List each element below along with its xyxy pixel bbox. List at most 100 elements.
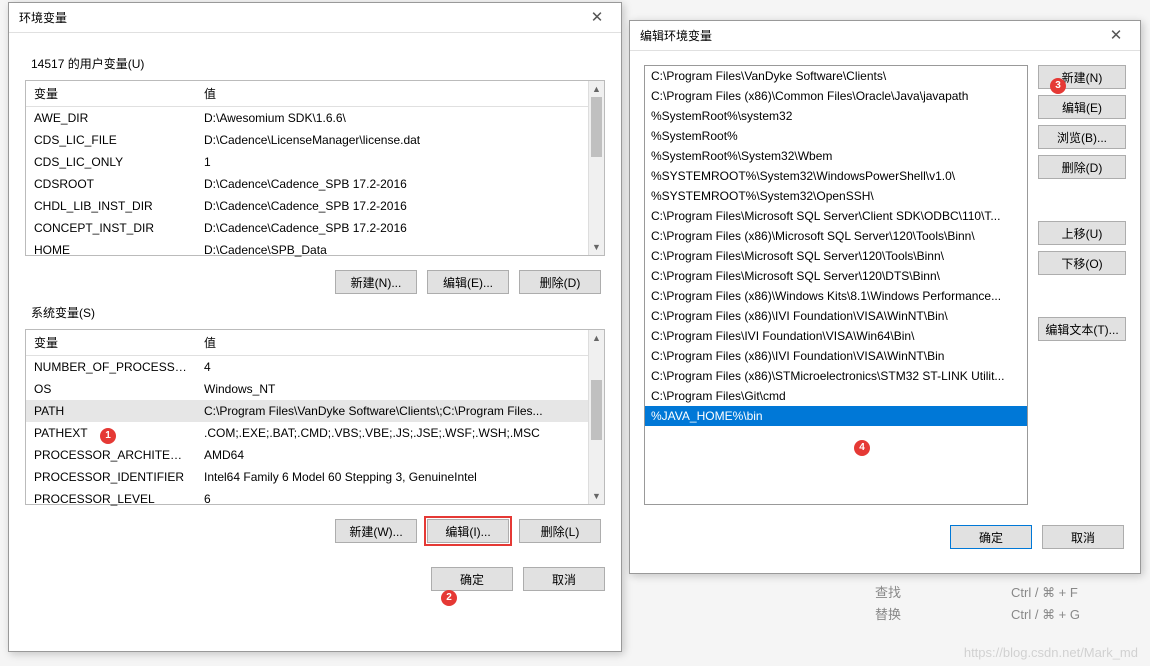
var-value: D:\Cadence\LicenseManager\license.dat: [196, 129, 604, 151]
close-icon[interactable]: ✕: [1098, 22, 1134, 50]
bg-replace-label: 替换: [875, 604, 901, 626]
sys-btn-row: 新建(W)... 编辑(I)... 删除(L): [25, 519, 601, 543]
scroll-up-icon[interactable]: ▲: [589, 81, 604, 97]
list-item[interactable]: C:\Program Files (x86)\STMicroelectronic…: [645, 366, 1027, 386]
col-variable[interactable]: 变量: [26, 81, 196, 106]
sys-vars-table[interactable]: 变量 值 NUMBER_OF_PROCESSORS4OSWindows_NTPA…: [25, 329, 605, 505]
var-name: PROCESSOR_IDENTIFIER: [26, 466, 196, 488]
env-cancel-button[interactable]: 取消: [523, 567, 605, 591]
marker-2: 2: [441, 590, 457, 606]
col-value[interactable]: 值: [196, 330, 604, 355]
new-user-var-button[interactable]: 新建(N)...: [335, 270, 417, 294]
var-name: PROCESSOR_LEVEL: [26, 488, 196, 510]
move-up-button[interactable]: 上移(U): [1038, 221, 1126, 245]
list-item[interactable]: C:\Program Files\Git\cmd: [645, 386, 1027, 406]
table-row[interactable]: PROCESSOR_ARCHITECT...AMD64: [26, 444, 604, 466]
user-table-body[interactable]: AWE_DIRD:\Awesomium SDK\1.6.6\CDS_LIC_FI…: [26, 107, 604, 261]
list-item[interactable]: %JAVA_HOME%\bin: [645, 406, 1027, 426]
table-row[interactable]: PROCESSOR_IDENTIFIERIntel64 Family 6 Mod…: [26, 466, 604, 488]
bg-find-key: Ctrl / ⌘ + F: [1011, 582, 1078, 604]
var-name: NUMBER_OF_PROCESSORS: [26, 356, 196, 378]
edit-bottom-row: 确定 取消: [630, 519, 1140, 561]
list-item[interactable]: C:\Program Files\Microsoft SQL Server\Cl…: [645, 206, 1027, 226]
marker-4: 4: [854, 440, 870, 456]
table-row[interactable]: NUMBER_OF_PROCESSORS4: [26, 356, 604, 378]
env-dialog-titlebar: 环境变量 ✕: [9, 3, 621, 33]
delete-path-button[interactable]: 删除(D): [1038, 155, 1126, 179]
var-value: .COM;.EXE;.BAT;.CMD;.VBS;.VBE;.JS;.JSE;.…: [196, 422, 604, 444]
marker-1: 1: [100, 428, 116, 444]
table-row[interactable]: CDSROOTD:\Cadence\Cadence_SPB 17.2-2016: [26, 173, 604, 195]
env-dialog-body: 14517 的用户变量(U) 变量 值 AWE_DIRD:\Awesomium …: [9, 33, 621, 561]
table-row[interactable]: CDS_LIC_ONLY1: [26, 151, 604, 173]
scroll-thumb[interactable]: [591, 97, 602, 157]
user-btn-row: 新建(N)... 编辑(E)... 删除(D): [25, 270, 601, 294]
list-item[interactable]: C:\Program Files\VanDyke Software\Client…: [645, 66, 1027, 86]
env-ok-button[interactable]: 确定: [431, 567, 513, 591]
table-row[interactable]: CONCEPT_INST_DIRD:\Cadence\Cadence_SPB 1…: [26, 217, 604, 239]
move-down-button[interactable]: 下移(O): [1038, 251, 1126, 275]
close-icon[interactable]: ✕: [579, 4, 615, 32]
table-row[interactable]: OSWindows_NT: [26, 378, 604, 400]
var-value: Intel64 Family 6 Model 60 Stepping 3, Ge…: [196, 466, 604, 488]
list-item[interactable]: %SystemRoot%\system32: [645, 106, 1027, 126]
scroll-down-icon[interactable]: ▼: [589, 239, 604, 255]
var-name: CDS_LIC_ONLY: [26, 151, 196, 173]
delete-sys-var-button[interactable]: 删除(L): [519, 519, 601, 543]
table-row[interactable]: PATHC:\Program Files\VanDyke Software\Cl…: [26, 400, 604, 422]
table-row[interactable]: PROCESSOR_LEVEL6: [26, 488, 604, 510]
list-item[interactable]: C:\Program Files\IVI Foundation\VISA\Win…: [645, 326, 1027, 346]
browse-path-button[interactable]: 浏览(B)...: [1038, 125, 1126, 149]
scroll-up-icon[interactable]: ▲: [589, 330, 604, 346]
edit-cancel-button[interactable]: 取消: [1042, 525, 1124, 549]
var-value: AMD64: [196, 444, 604, 466]
user-vars-table[interactable]: 变量 值 AWE_DIRD:\Awesomium SDK\1.6.6\CDS_L…: [25, 80, 605, 256]
list-item[interactable]: %SYSTEMROOT%\System32\OpenSSH\: [645, 186, 1027, 206]
scrollbar[interactable]: ▲ ▼: [588, 330, 604, 504]
var-name: CDS_LIC_FILE: [26, 129, 196, 151]
edit-sys-var-button[interactable]: 编辑(I)...: [427, 519, 509, 543]
table-row[interactable]: CHDL_LIB_INST_DIRD:\Cadence\Cadence_SPB …: [26, 195, 604, 217]
scroll-thumb[interactable]: [591, 380, 602, 440]
var-name: CHDL_LIB_INST_DIR: [26, 195, 196, 217]
list-item[interactable]: %SYSTEMROOT%\System32\WindowsPowerShell\…: [645, 166, 1027, 186]
var-name: HOME: [26, 239, 196, 261]
scrollbar[interactable]: ▲ ▼: [588, 81, 604, 255]
table-row[interactable]: HOMED:\Cadence\SPB_Data: [26, 239, 604, 261]
list-item[interactable]: C:\Program Files\Microsoft SQL Server\12…: [645, 246, 1027, 266]
list-item[interactable]: %SystemRoot%: [645, 126, 1027, 146]
list-item[interactable]: C:\Program Files\Microsoft SQL Server\12…: [645, 266, 1027, 286]
env-bottom-row: 确定 取消: [9, 561, 621, 603]
edit-path-button[interactable]: 编辑(E): [1038, 95, 1126, 119]
var-name: PATH: [26, 400, 196, 422]
edit-user-var-button[interactable]: 编辑(E)...: [427, 270, 509, 294]
list-item[interactable]: %SystemRoot%\System32\Wbem: [645, 146, 1027, 166]
var-value: 1: [196, 151, 604, 173]
list-item[interactable]: C:\Program Files (x86)\Windows Kits\8.1\…: [645, 286, 1027, 306]
col-value[interactable]: 值: [196, 81, 604, 106]
var-value: D:\Cadence\Cadence_SPB 17.2-2016: [196, 217, 604, 239]
scroll-down-icon[interactable]: ▼: [589, 488, 604, 504]
edit-dialog-title: 编辑环境变量: [640, 27, 712, 44]
edit-text-button[interactable]: 编辑文本(T)...: [1038, 317, 1126, 341]
var-name: PROCESSOR_ARCHITECT...: [26, 444, 196, 466]
var-value: D:\Cadence\Cadence_SPB 17.2-2016: [196, 195, 604, 217]
new-sys-var-button[interactable]: 新建(W)...: [335, 519, 417, 543]
bg-find-label: 查找: [875, 582, 901, 604]
list-item[interactable]: C:\Program Files (x86)\IVI Foundation\VI…: [645, 306, 1027, 326]
user-table-header: 变量 值: [26, 81, 604, 107]
var-value: C:\Program Files\VanDyke Software\Client…: [196, 400, 604, 422]
sys-vars-label: 系统变量(S): [31, 304, 605, 321]
table-row[interactable]: AWE_DIRD:\Awesomium SDK\1.6.6\: [26, 107, 604, 129]
delete-user-var-button[interactable]: 删除(D): [519, 270, 601, 294]
edit-ok-button[interactable]: 确定: [950, 525, 1032, 549]
col-variable[interactable]: 变量: [26, 330, 196, 355]
edit-dialog-titlebar: 编辑环境变量 ✕: [630, 21, 1140, 51]
path-list[interactable]: C:\Program Files\VanDyke Software\Client…: [644, 65, 1028, 505]
var-value: D:\Cadence\SPB_Data: [196, 239, 604, 261]
list-item[interactable]: C:\Program Files (x86)\IVI Foundation\VI…: [645, 346, 1027, 366]
list-item[interactable]: C:\Program Files (x86)\Common Files\Orac…: [645, 86, 1027, 106]
table-row[interactable]: CDS_LIC_FILED:\Cadence\LicenseManager\li…: [26, 129, 604, 151]
list-item[interactable]: C:\Program Files (x86)\Microsoft SQL Ser…: [645, 226, 1027, 246]
edit-dialog-body: C:\Program Files\VanDyke Software\Client…: [630, 51, 1140, 519]
